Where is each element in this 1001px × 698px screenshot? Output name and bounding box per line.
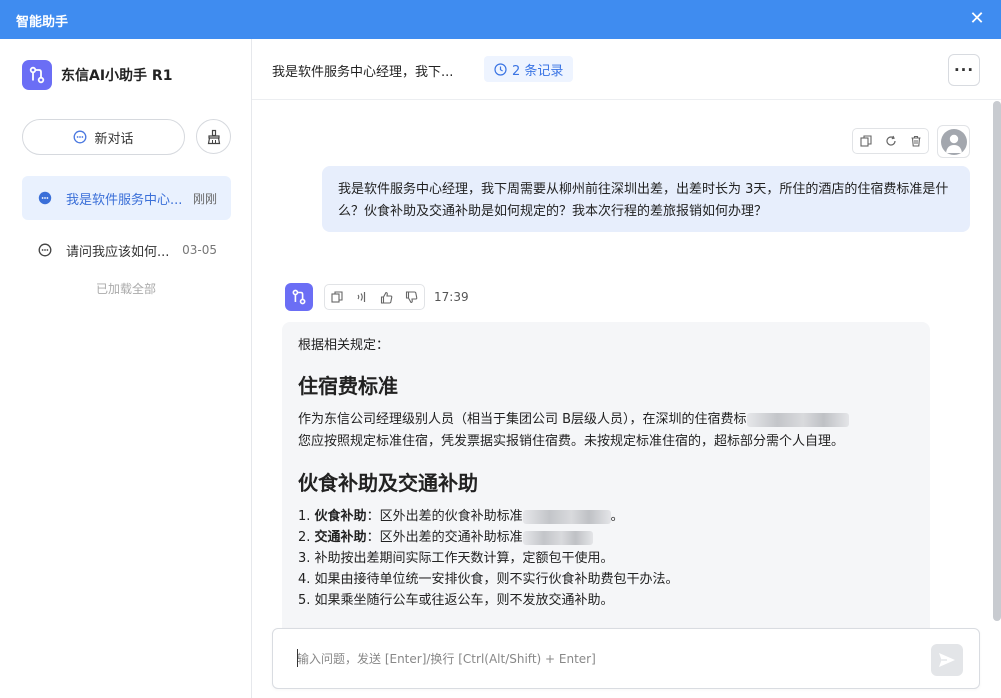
conversation-time: 03-05 — [182, 243, 217, 257]
send-button[interactable] — [931, 644, 963, 676]
user-message-actions — [852, 128, 929, 154]
thumbs-down-icon[interactable] — [401, 286, 423, 308]
lodging-text-b: 您应按照规定标准住宿，凭发票据实报销住宿费。未按规定标准住宿的，超标部分需个人自… — [298, 434, 845, 449]
send-icon — [937, 650, 957, 670]
bot-message-actions — [324, 284, 425, 310]
chat-scrollbar[interactable] — [993, 101, 1001, 621]
records-badge[interactable]: 2 条记录 — [484, 56, 574, 82]
thumbs-up-icon[interactable] — [376, 286, 398, 308]
copy-icon[interactable] — [855, 130, 877, 152]
brand-logo-icon — [22, 60, 52, 90]
broom-icon — [206, 129, 222, 145]
bot-message: 根据相关规定： 住宿费标准 作为东信公司经理级别人员（相当于集团公司 B层级人员… — [282, 322, 930, 658]
allowance-list: 1. 伙食补助：区外出差的伙食补助标准 。 2. 交通补助：区外出差的交通补助标准… — [298, 506, 914, 611]
bot-message-time: 17:39 — [434, 290, 469, 304]
more-icon: ··· — [953, 61, 975, 79]
sidebar: 东信AI小助手 R1 新对话 我是软件服务中心... 刚刚 请问我应该如何...… — [0, 39, 252, 698]
list-bold: 交通补助 — [314, 530, 367, 545]
list-num: 1. — [298, 509, 311, 524]
list-text: ：区外出差的伙食补助标准 — [366, 509, 523, 524]
list-bold: 伙食补助 — [314, 509, 367, 524]
chat-bubble-icon — [38, 191, 52, 205]
window-title: 智能助手 — [16, 15, 69, 30]
list-num: 2. — [298, 530, 311, 545]
delete-icon[interactable] — [905, 130, 927, 152]
list-text: 补助按出差期间实际工作天数计算，定额包干使用。 — [314, 551, 614, 566]
list-text: ：区外出差的交通补助标准 — [366, 530, 523, 545]
user-avatar — [937, 125, 970, 158]
lodging-paragraph: 作为东信公司经理级别人员（相当于集团公司 B层级人员），在深圳的住宿费标您应按照… — [298, 409, 914, 453]
list-text: 如果乘坐随行公车或往返公车，则不发放交通补助。 — [314, 593, 614, 608]
brand-name: 东信AI小助手 R1 — [61, 68, 173, 84]
brand: 东信AI小助手 R1 — [22, 60, 172, 90]
list-tail: 。 — [610, 509, 624, 524]
message-input-box — [272, 628, 980, 689]
redacted-blur — [522, 509, 611, 524]
records-count: 2 条记录 — [512, 63, 564, 79]
lodging-text-a: 作为东信公司经理级别人员（相当于集团公司 B层级人员），在深圳的住宿费标 — [298, 412, 747, 427]
speaker-icon[interactable] — [351, 286, 373, 308]
chat-area: 我是软件服务中心经理，我下周需要从柳州前往深圳出差，出差时长为 3天，所住的酒店… — [252, 101, 1001, 658]
list-item: 2. 交通补助：区外出差的交通补助标准 — [298, 527, 914, 548]
text-caret — [297, 649, 298, 667]
list-num: 5. — [298, 593, 311, 608]
conversation-item-active[interactable]: 我是软件服务中心... 刚刚 — [22, 176, 231, 220]
regenerate-icon[interactable] — [880, 130, 902, 152]
list-item: 1. 伙食补助：区外出差的伙食补助标准 。 — [298, 506, 914, 527]
redacted-blur — [522, 530, 593, 545]
clear-history-button[interactable] — [196, 119, 231, 154]
user-message: 我是软件服务中心经理，我下周需要从柳州前往深圳出差，出差时长为 3天，所住的酒店… — [322, 166, 970, 232]
conversation-time: 刚刚 — [192, 191, 217, 206]
new-chat-label: 新对话 — [94, 131, 134, 147]
close-icon[interactable]: ✕ — [967, 9, 987, 29]
user-icon — [940, 128, 967, 155]
redacted-blur — [746, 412, 849, 427]
chat-title: 我是软件服务中心经理，我下... — [272, 65, 454, 80]
more-options-button[interactable]: ··· — [948, 54, 980, 86]
bot-avatar-icon — [285, 283, 313, 311]
loaded-all-text: 已加载全部 — [95, 282, 156, 296]
main-panel: 我是软件服务中心经理，我下... 2 条记录 ··· 我是软件服务中心经理，我下… — [252, 39, 1001, 698]
message-input[interactable] — [297, 649, 917, 669]
heading-lodging: 住宿费标准 — [298, 374, 398, 398]
list-item: 3. 补助按出差期间实际工作天数计算，定额包干使用。 — [298, 548, 914, 569]
clock-icon — [494, 62, 507, 76]
copy-icon[interactable] — [326, 286, 348, 308]
window-titlebar: 智能助手 ✕ — [0, 0, 1001, 39]
list-text: 如果由接待单位统一安排伙食，则不实行伙食补助费包干办法。 — [314, 572, 679, 587]
conversation-label: 请问我应该如何... — [66, 244, 170, 260]
list-item: 4. 如果由接待单位统一安排伙食，则不实行伙食补助费包干办法。 — [298, 569, 914, 590]
heading-allowance: 伙食补助及交通补助 — [298, 471, 478, 495]
chat-bubble-icon — [73, 130, 87, 144]
list-num: 4. — [298, 572, 311, 587]
list-item: 5. 如果乘坐随行公车或往返公车，则不发放交通补助。 — [298, 590, 914, 611]
chat-bubble-icon — [38, 243, 52, 257]
list-num: 3. — [298, 551, 311, 566]
chat-header: 我是软件服务中心经理，我下... 2 条记录 ··· — [252, 39, 1001, 100]
conversation-item[interactable]: 请问我应该如何... 03-05 — [22, 228, 231, 272]
new-chat-button[interactable]: 新对话 — [22, 119, 185, 155]
conversation-label: 我是软件服务中心... — [66, 192, 183, 208]
bot-intro: 根据相关规定： — [298, 338, 390, 353]
